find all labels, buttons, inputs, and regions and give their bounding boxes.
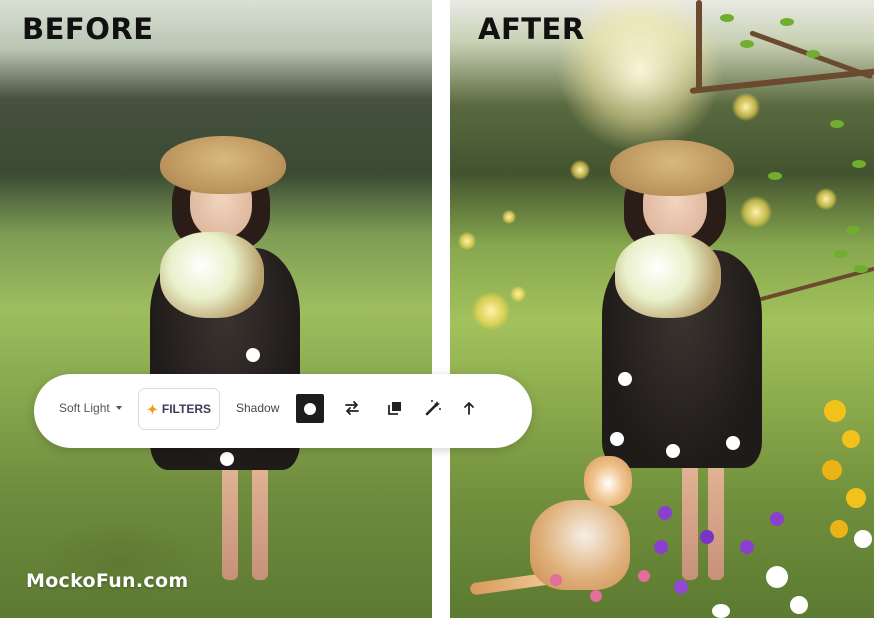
chevron-down-icon: [115, 406, 122, 410]
before-photo-panel: BEFORE MockoFun.com: [0, 0, 432, 618]
before-label: BEFORE: [22, 12, 154, 46]
blend-mode-value: Soft Light: [59, 401, 110, 415]
arrow-up-icon: [464, 402, 474, 415]
blend-mode-dropdown[interactable]: Soft Light: [59, 401, 122, 415]
magic-wand-button[interactable]: [423, 398, 443, 418]
after-photo-panel: AFTER: [450, 0, 874, 618]
filters-label: FILTERS: [161, 402, 211, 416]
shadow-button[interactable]: Shadow: [236, 401, 279, 415]
watermark-text: MockoFun.com: [26, 570, 189, 592]
swap-icon: [345, 401, 359, 415]
circle-shape-icon: [304, 402, 316, 415]
editing-toolbar: Soft Light ✦ FILTERS Shadow: [34, 374, 532, 448]
sparkle-star-icon: ✦: [146, 401, 158, 417]
swap-button[interactable]: [342, 398, 362, 418]
bring-forward-button[interactable]: [459, 398, 479, 418]
circle-shape-button[interactable]: [296, 394, 324, 423]
duplicate-button[interactable]: [385, 398, 405, 418]
filters-button[interactable]: ✦ FILTERS: [138, 388, 220, 430]
after-label: AFTER: [478, 12, 585, 46]
duplicate-icon: [388, 402, 401, 415]
panel-divider: [432, 0, 450, 618]
magic-wand-icon: [425, 400, 441, 416]
